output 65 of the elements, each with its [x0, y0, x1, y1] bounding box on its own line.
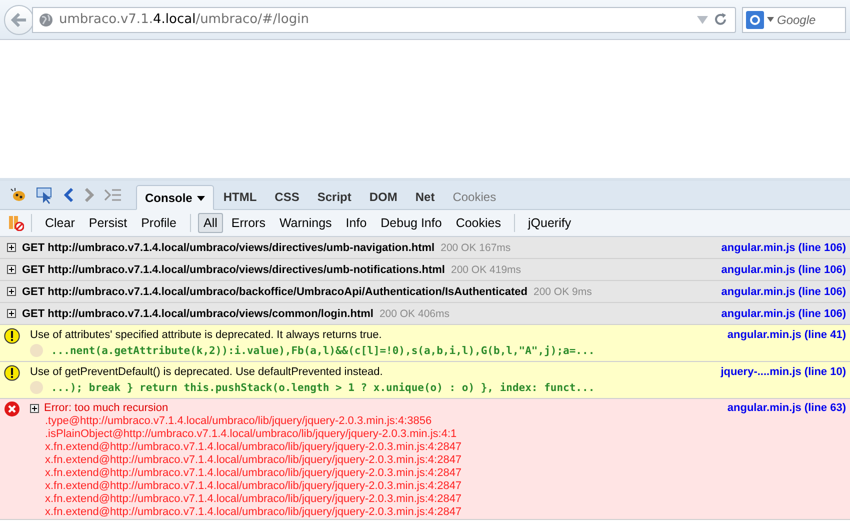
reload-icon[interactable]	[714, 13, 727, 26]
error-message: Error: too much recursion	[44, 402, 168, 414]
dropdown-icon[interactable]	[767, 17, 774, 22]
source-link[interactable]: jquery-....min.js (line 10)	[720, 366, 846, 378]
source-link[interactable]: angular.min.js (line 106)	[721, 264, 846, 276]
panel-tab[interactable]: Console	[136, 185, 214, 210]
expand-icon[interactable]	[7, 309, 16, 318]
error-icon	[4, 401, 20, 417]
code-snippet: ...nent(a.getAttribute(k,2)):i.value),Fb(a,l)&&(c[l]=!0),s(a,b,i,l),G(b,l,"A",j);a=...	[51, 344, 595, 357]
toolbar-button[interactable]: jQuerify	[522, 213, 578, 233]
address-bar[interactable]: umbraco.v7.1.4.local/umbraco/#/login	[32, 6, 736, 32]
warning-icon	[4, 328, 20, 344]
stack-frame: x.fn.extend@http://umbraco.v7.1.4.local/umbraco/lib/jquery/jquery-2.0.3.min.js:4:2847	[30, 506, 846, 519]
back-button[interactable]	[4, 4, 34, 34]
filter-button[interactable]: All	[198, 213, 224, 233]
filter-button[interactable]: Cookies	[450, 213, 507, 233]
source-link[interactable]: angular.min.js (line 106)	[721, 308, 846, 320]
bug-icon[interactable]	[10, 188, 26, 202]
globe-icon	[39, 12, 53, 26]
source-link[interactable]: angular.min.js (line 106)	[721, 286, 846, 298]
source-link[interactable]: angular.min.js (line 106)	[721, 242, 846, 254]
request-status: 200 OK 419ms	[450, 264, 522, 276]
panel-tab[interactable]: Net	[406, 184, 444, 209]
filter-button[interactable]: Warnings	[273, 213, 338, 233]
request-url[interactable]: GET http://umbraco.v7.1.4.local/umbraco/views/directives/umb-navigation.html	[22, 242, 435, 254]
source-link[interactable]: angular.min.js (line 63)	[727, 402, 846, 414]
search-field[interactable]: Google	[777, 12, 837, 26]
stack-frame: x.fn.extend@http://umbraco.v7.1.4.local/umbraco/lib/jquery/jquery-2.0.3.min.js:4:2847	[30, 441, 846, 454]
request-status: 200 OK 167ms	[440, 242, 511, 254]
filter-button[interactable]: Debug Info	[374, 213, 448, 233]
expand-icon[interactable]	[7, 243, 16, 252]
stack-frame: .type@http://umbraco.v7.1.4.local/umbraco/lib/jquery/jquery-2.0.3.min.js:4:3856	[30, 415, 846, 428]
warning-message: Use of getPreventDefault() is deprecated. Use defaultPrevented instead.	[30, 366, 383, 378]
toolbar-button[interactable]: Clear	[39, 213, 81, 233]
request-url[interactable]: GET http://umbraco.v7.1.4.local/umbraco/views/common/login.html	[22, 308, 374, 320]
back-arrow-icon	[11, 12, 27, 26]
panel-tab[interactable]: HTML	[214, 184, 266, 209]
request-status: 200 OK 9ms	[533, 286, 592, 298]
toolbar-button[interactable]: Persist	[82, 213, 134, 233]
search-bar[interactable]: Google	[742, 6, 846, 32]
inspect-icon[interactable]	[36, 186, 54, 204]
warning-message: Use of attributes' specified attribute is deprecated. It always returns true.	[30, 329, 382, 342]
panel-tab[interactable]: DOM	[360, 184, 406, 209]
source-link[interactable]: angular.min.js (line 41)	[727, 329, 846, 342]
url-text: umbraco.v7.1.4.local/umbraco/#/login	[59, 12, 309, 27]
stack-frame: x.fn.extend@http://umbraco.v7.1.4.local/umbraco/lib/jquery/jquery-2.0.3.min.js:4:2847	[30, 454, 846, 467]
expand-icon[interactable]	[7, 265, 16, 274]
request-url[interactable]: GET http://umbraco.v7.1.4.local/umbraco/backoffice/UmbracoApi/Authentication/IsAuthenticated	[22, 286, 528, 298]
filter-button[interactable]: Info	[340, 213, 373, 233]
code-snippet: ...); break } return this.pushStack(o.length > 1 ? x.unique(o) : o) }, index: funct...	[51, 382, 595, 394]
warning-icon	[4, 365, 20, 381]
panel-tab[interactable]: CSS	[266, 184, 308, 209]
stack-frame: x.fn.extend@http://umbraco.v7.1.4.local/umbraco/lib/jquery/jquery-2.0.3.min.js:4:2847	[30, 493, 846, 506]
expand-icon[interactable]	[30, 404, 39, 412]
request-url[interactable]: GET http://umbraco.v7.1.4.local/umbraco/views/directives/umb-notifications.html	[22, 264, 445, 276]
caret-icon	[197, 196, 206, 200]
panel-tab[interactable]: Script	[308, 184, 360, 209]
stack-frame: .isPlainObject@http://umbraco.v7.1.4.local/umbraco/lib/jquery/jquery-2.0.3.min.js:4:1	[30, 428, 846, 441]
stack-frame: x.fn.extend@http://umbraco.v7.1.4.local/umbraco/lib/jquery/jquery-2.0.3.min.js:4:2847	[30, 467, 846, 480]
toolbar-button[interactable]: Profile	[135, 213, 183, 233]
filter-button[interactable]: Errors	[225, 213, 272, 233]
request-status: 200 OK 406ms	[379, 308, 450, 320]
stack-frame: x.fn.extend@http://umbraco.v7.1.4.local/umbraco/lib/jquery/jquery-2.0.3.min.js:4:2847	[30, 480, 846, 493]
expand-icon[interactable]	[7, 287, 16, 296]
pause-icon[interactable]	[8, 215, 24, 231]
